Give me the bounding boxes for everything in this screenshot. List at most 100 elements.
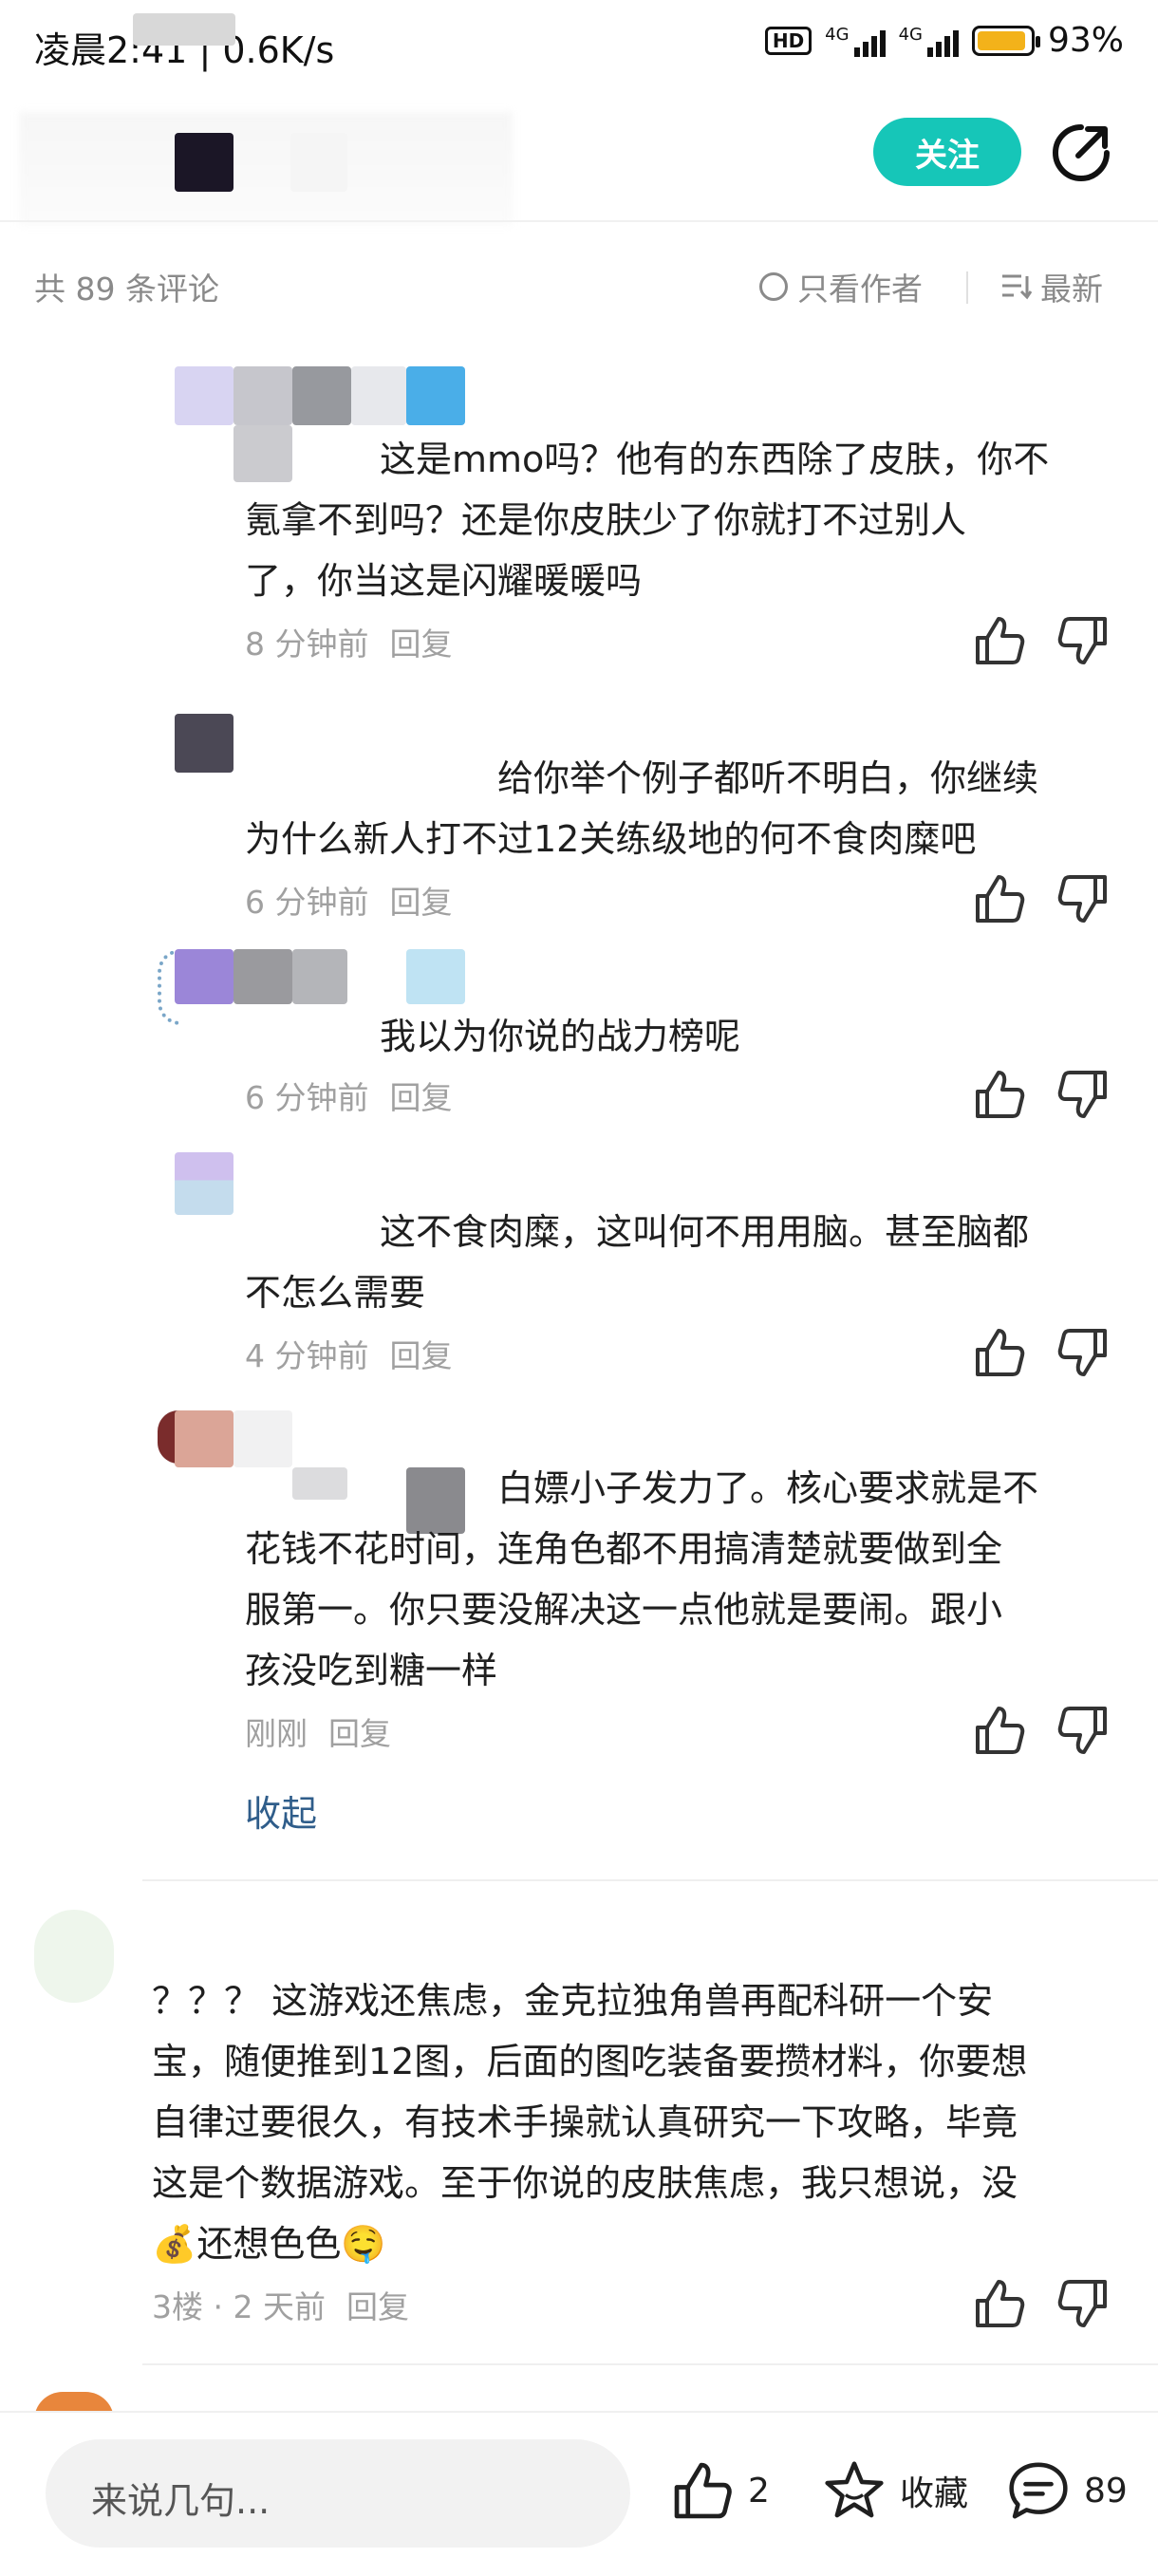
comment-text: 为什么新人打不过12关练级地的何不食肉糜吧 bbox=[245, 818, 977, 860]
comment-text: 孩没吃到糖一样 bbox=[245, 1650, 498, 1691]
thumbs-down-icon bbox=[1057, 1329, 1107, 1376]
comment-text: 花钱不花时间，连角色都不用搞清楚就要做到全 bbox=[245, 1528, 1003, 1570]
share-button[interactable] bbox=[1050, 121, 1112, 184]
thumbs-down-icon bbox=[1057, 1707, 1107, 1754]
redacted-block bbox=[233, 949, 292, 1004]
comment-count-bottom: 89 bbox=[1084, 2471, 1128, 2511]
comment-meta: 3楼 · 2 天前 回复 bbox=[152, 2282, 409, 2327]
sort-label: 最新 bbox=[1040, 271, 1103, 308]
thumbs-down-icon bbox=[1057, 2280, 1107, 2327]
redacted-block bbox=[292, 949, 347, 1004]
reply-button[interactable]: 回复 bbox=[390, 1079, 453, 1116]
thumbs-down-icon bbox=[1057, 617, 1107, 664]
comment-input-placeholder: 来说几句... bbox=[91, 2480, 271, 2522]
thread-divider bbox=[142, 1879, 1158, 1881]
comment-divider bbox=[142, 2363, 1158, 2365]
dislike-button[interactable] bbox=[1055, 613, 1111, 668]
comment-meta: 8 分钟前 回复 bbox=[245, 619, 453, 664]
commenter-avatar[interactable] bbox=[34, 1910, 114, 2003]
thumbs-up-icon bbox=[976, 1071, 1025, 1118]
comment-count: 共 89 条评论 bbox=[34, 271, 219, 308]
header-divider bbox=[0, 220, 1158, 222]
like-button[interactable] bbox=[972, 1325, 1027, 1380]
comment-text: 我以为你说的战力榜呢 bbox=[380, 1016, 741, 1057]
redacted-block bbox=[406, 949, 465, 1004]
reply-button[interactable]: 回复 bbox=[390, 625, 453, 663]
network-type-1: 4G bbox=[825, 24, 850, 45]
thumbs-up-icon bbox=[976, 617, 1025, 664]
redacted-block bbox=[351, 366, 406, 425]
collapse-replies-button[interactable]: 收起 bbox=[245, 1784, 317, 1837]
redacted-block bbox=[233, 366, 292, 425]
comment-time: 刚刚 bbox=[245, 1715, 308, 1752]
redacted-block bbox=[292, 366, 351, 425]
comment-meta: 4 分钟前 回复 bbox=[245, 1331, 453, 1376]
comment-text: ？？？ 这游戏还焦虑，金克拉独角兽再配科研一个安 bbox=[152, 1980, 994, 2022]
redacted-block bbox=[175, 366, 233, 425]
thumbs-down-icon bbox=[1057, 1071, 1107, 1118]
like-button[interactable] bbox=[972, 1067, 1027, 1122]
comment-text: 这不食肉糜，这叫何不用用脑。甚至脑都 bbox=[380, 1211, 1030, 1253]
comment-meta: 6 分钟前 回复 bbox=[245, 877, 453, 923]
redacted-author-area bbox=[19, 112, 513, 226]
dislike-button[interactable] bbox=[1055, 2276, 1111, 2331]
like-button[interactable] bbox=[972, 1703, 1027, 1758]
dislike-button[interactable] bbox=[1055, 1067, 1111, 1122]
sort-toggle[interactable]: 最新 bbox=[1000, 264, 1103, 309]
status-bar: 凌晨2:41 | 0.6K/s HD 4G 4G 93% bbox=[0, 0, 1158, 95]
like-button[interactable] bbox=[972, 2276, 1027, 2331]
comment-time: 6 分钟前 bbox=[245, 1079, 369, 1116]
battery-fill bbox=[977, 30, 1026, 50]
comment-text: 氪拿不到吗？还是你皮肤少了你就打不过别人 bbox=[245, 499, 967, 541]
battery-icon bbox=[971, 25, 1040, 56]
comment-meta: 刚刚 回复 bbox=[245, 1708, 391, 1754]
reply-avatar[interactable] bbox=[175, 1410, 233, 1467]
radio-icon bbox=[759, 272, 788, 301]
redacted-block bbox=[133, 13, 235, 46]
comments-button[interactable]: 89 bbox=[1006, 2458, 1128, 2523]
reply-avatar[interactable] bbox=[175, 949, 233, 1004]
comment-time: 4 分钟前 bbox=[245, 1337, 369, 1374]
like-button[interactable] bbox=[972, 871, 1027, 926]
reply-button[interactable]: 回复 bbox=[390, 1337, 453, 1374]
comment-floor: 3楼 bbox=[152, 2288, 203, 2325]
collect-button[interactable]: 收藏 bbox=[822, 2458, 968, 2523]
reply-avatar[interactable] bbox=[175, 1152, 233, 1215]
signal-icon-2: 4G bbox=[899, 25, 959, 57]
comment-text: 💰还想色色🤤 bbox=[152, 2223, 386, 2265]
thumbs-up-icon bbox=[674, 2462, 732, 2519]
reply-button[interactable]: 回复 bbox=[390, 884, 453, 921]
comment-text: 服第一。你只要没解决这一点他就是要闹。跟小 bbox=[245, 1589, 1003, 1631]
collect-label: 收藏 bbox=[900, 2474, 969, 2513]
author-only-toggle[interactable]: 只看作者 bbox=[759, 264, 923, 309]
reply-button[interactable]: 回复 bbox=[328, 1715, 391, 1752]
network-type-2: 4G bbox=[898, 24, 923, 45]
post-like-button[interactable]: 2 bbox=[670, 2458, 770, 2523]
comment-text: 白嫖小子发力了。核心要求就是不 bbox=[497, 1467, 1039, 1509]
dislike-button[interactable] bbox=[1055, 1325, 1111, 1380]
redacted-block bbox=[406, 366, 465, 425]
comment-meta: 6 分钟前 回复 bbox=[245, 1073, 453, 1118]
comment-text: 宝，随便推到12图，后面的图吃装备要攒材料，你要想 bbox=[152, 2041, 1028, 2082]
like-button[interactable] bbox=[972, 613, 1027, 668]
comment-text: 给你举个例子都听不明白，你继续 bbox=[497, 757, 1039, 799]
net-speed: 0.6K/s bbox=[222, 29, 335, 71]
comment-time: 6 分钟前 bbox=[245, 884, 369, 921]
redacted-block bbox=[233, 1410, 292, 1467]
reply-avatar[interactable] bbox=[175, 714, 233, 773]
comment-time: 2 天前 bbox=[233, 2288, 326, 2325]
star-icon bbox=[825, 2461, 884, 2518]
author-only-label: 只看作者 bbox=[797, 271, 923, 308]
reply-button[interactable]: 回复 bbox=[346, 2288, 409, 2325]
author-avatar[interactable] bbox=[175, 133, 233, 192]
comment-time: 8 分钟前 bbox=[245, 625, 369, 663]
follow-button[interactable]: 关注 bbox=[873, 118, 1021, 186]
dislike-button[interactable] bbox=[1055, 1703, 1111, 1758]
like-count: 2 bbox=[748, 2471, 770, 2511]
comment-bubble-icon bbox=[1009, 2462, 1068, 2519]
status-indicators: HD 4G 4G 93% bbox=[764, 21, 1124, 60]
thumbs-up-icon bbox=[976, 1707, 1025, 1754]
sort-icon bbox=[1002, 274, 1033, 300]
dislike-button[interactable] bbox=[1055, 871, 1111, 926]
redacted-block bbox=[233, 425, 292, 482]
